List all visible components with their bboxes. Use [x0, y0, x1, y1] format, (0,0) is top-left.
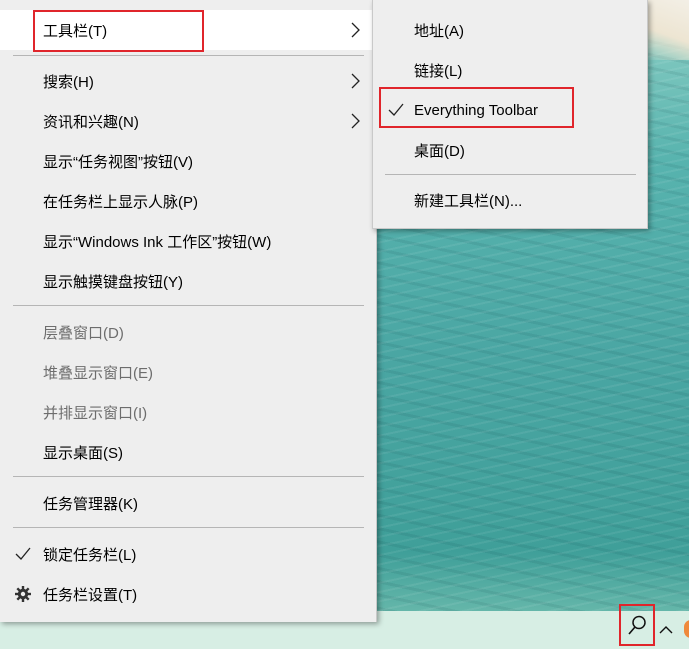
submenu-item-everything-toolbar[interactable]: Everything Toolbar [373, 90, 647, 130]
menu-item-show-desktop[interactable]: 显示桌面(S) [0, 432, 376, 472]
submenu-item-links[interactable]: 链接(L) [373, 50, 647, 90]
submenu-item-label: 新建工具栏(N)... [414, 192, 523, 210]
taskbar-context-menu: 工具栏(T) 搜索(H) 资讯和兴趣(N) 显示“任务视图”按钮(V) 在任务栏… [0, 0, 377, 622]
menu-item-label: 搜索(H) [43, 73, 94, 91]
menu-item-label: 资讯和兴趣(N) [43, 113, 139, 131]
menu-separator [385, 174, 636, 175]
checkmark-icon [388, 103, 404, 116]
menu-item-task-view-button[interactable]: 显示“任务视图”按钮(V) [0, 141, 376, 181]
menu-separator [13, 55, 364, 56]
submenu-item-address[interactable]: 地址(A) [373, 10, 647, 50]
submenu-item-desktop[interactable]: 桌面(D) [373, 130, 647, 170]
chevron-right-icon [351, 73, 360, 89]
menu-separator [13, 527, 364, 528]
menu-item-cascade-windows: 层叠窗口(D) [0, 312, 376, 352]
menu-item-task-manager[interactable]: 任务管理器(K) [0, 483, 376, 523]
submenu-item-label: 链接(L) [414, 62, 463, 80]
menu-item-label: 显示“Windows Ink 工作区”按钮(W) [43, 233, 272, 251]
chevron-right-icon [351, 113, 360, 129]
menu-item-label: 层叠窗口(D) [43, 324, 124, 342]
menu-item-label: 显示触摸键盘按钮(Y) [43, 273, 183, 291]
menu-item-toolbars[interactable]: 工具栏(T) [0, 10, 376, 50]
menu-item-taskbar-settings[interactable]: 任务栏设置(T) [0, 574, 376, 614]
menu-item-news-interests[interactable]: 资讯和兴趣(N) [0, 101, 376, 141]
menu-item-label: 任务栏设置(T) [43, 586, 138, 604]
menu-item-label: 显示桌面(S) [43, 444, 123, 462]
menu-item-windows-ink-button[interactable]: 显示“Windows Ink 工作区”按钮(W) [0, 221, 376, 261]
taskbar-search-button[interactable] [619, 604, 655, 646]
tray-app-icon[interactable] [684, 620, 689, 638]
menu-item-label: 并排显示窗口(I) [43, 404, 148, 422]
menu-item-label: 任务管理器(K) [43, 495, 138, 513]
menu-item-stack-windows: 堆叠显示窗口(E) [0, 352, 376, 392]
menu-item-search[interactable]: 搜索(H) [0, 61, 376, 101]
gear-icon [15, 586, 31, 602]
menu-separator [13, 476, 364, 477]
menu-item-label: 工具栏(T) [43, 22, 108, 40]
menu-item-label: 显示“任务视图”按钮(V) [43, 153, 193, 171]
submenu-item-label: Everything Toolbar [414, 101, 538, 119]
menu-item-lock-taskbar[interactable]: 锁定任务栏(L) [0, 534, 376, 574]
menu-separator [13, 305, 364, 306]
checkmark-icon [15, 547, 31, 560]
menu-item-label: 在任务栏上显示人脉(P) [43, 193, 198, 211]
toolbars-submenu: 地址(A) 链接(L) Everything Toolbar 桌面(D) 新建工… [372, 0, 648, 229]
submenu-item-new-toolbar[interactable]: 新建工具栏(N)... [373, 180, 647, 220]
menu-item-touch-keyboard-button[interactable]: 显示触摸键盘按钮(Y) [0, 261, 376, 301]
menu-item-label: 锁定任务栏(L) [43, 546, 137, 564]
chevron-up-icon [659, 626, 673, 634]
menu-item-label: 堆叠显示窗口(E) [43, 364, 153, 382]
submenu-item-label: 地址(A) [414, 22, 464, 40]
submenu-item-label: 桌面(D) [414, 142, 465, 160]
menu-item-show-people[interactable]: 在任务栏上显示人脉(P) [0, 181, 376, 221]
chevron-right-icon [351, 22, 360, 38]
menu-item-side-by-side-windows: 并排显示窗口(I) [0, 392, 376, 432]
search-icon [628, 615, 646, 635]
show-hidden-icons-button[interactable] [657, 618, 675, 642]
